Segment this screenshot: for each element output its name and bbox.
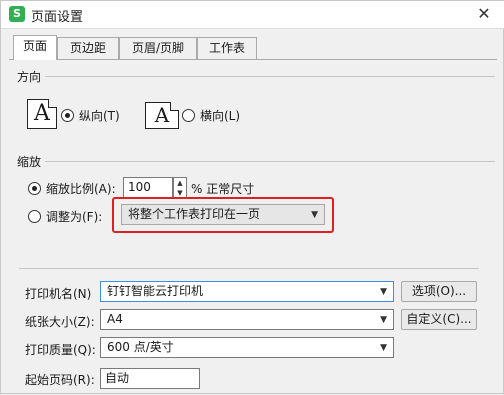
title-bar: S 页面设置 ✕ <box>1 1 504 29</box>
scaling-separator <box>19 161 495 162</box>
scale-suffix: % 正常尺寸 <box>191 182 255 196</box>
wps-spreadsheet-icon: S <box>9 6 25 22</box>
landscape-label[interactable]: 横向(L) <box>200 107 240 124</box>
scale-radio[interactable] <box>28 182 41 195</box>
fit-radio[interactable] <box>28 210 41 223</box>
chevron-down-icon: ▼ <box>380 343 387 353</box>
tab-sheet[interactable]: 工作表 <box>197 37 257 59</box>
printer-name-label: 打印机名(N) <box>25 287 92 301</box>
paper-size-select[interactable]: A4 ▼ <box>100 309 394 330</box>
portrait-label[interactable]: 纵向(T) <box>79 107 120 124</box>
chevron-down-icon: ▼ <box>380 287 387 297</box>
portrait-radio[interactable] <box>61 109 74 122</box>
paper-size-label: 纸张大小(Z): <box>25 315 95 329</box>
custom-size-button[interactable]: 自定义(C)... <box>401 309 477 330</box>
page-setup-dialog: S 页面设置 ✕ 页面 页边距 页眉/页脚 工作表 方向 A 纵向(T) A 横… <box>0 0 504 394</box>
start-page-input[interactable]: 自动 <box>100 368 200 389</box>
dialog-title: 页面设置 <box>31 10 84 25</box>
tab-page[interactable]: 页面 <box>13 35 57 60</box>
portrait-page-icon: A <box>27 99 57 129</box>
highlight-annotation <box>112 197 334 233</box>
tab-header-footer[interactable]: 页眉/页脚 <box>119 37 197 59</box>
start-page-label: 起始页码(R): <box>25 373 95 387</box>
options-button[interactable]: 选项(O)... <box>401 281 477 302</box>
print-quality-value: 600 点/英寸 <box>107 340 174 354</box>
paper-size-value: A4 <box>107 312 123 326</box>
tab-margins[interactable]: 页边距 <box>57 37 119 59</box>
scale-spinner[interactable]: ▲ ▼ <box>173 177 187 198</box>
spin-up-icon[interactable]: ▲ <box>174 178 186 188</box>
printer-select[interactable]: 钉钉智能云打印机 ▼ <box>100 281 394 302</box>
scale-label[interactable]: 缩放比例(A): <box>46 180 116 197</box>
printer-value: 钉钉智能云打印机 <box>107 284 204 298</box>
print-quality-select[interactable]: 600 点/英寸 ▼ <box>100 337 394 358</box>
landscape-page-icon: A <box>145 102 179 129</box>
scale-input[interactable]: 100 <box>123 177 173 198</box>
print-quality-label: 打印质量(Q): <box>25 343 96 357</box>
fit-label[interactable]: 调整为(F): <box>46 208 102 225</box>
close-icon[interactable]: ✕ <box>475 4 493 24</box>
scaling-group-title: 缩放 <box>17 153 46 170</box>
chevron-down-icon: ▼ <box>380 315 387 325</box>
orientation-separator <box>19 76 495 77</box>
orientation-group-title: 方向 <box>17 68 46 85</box>
landscape-radio[interactable] <box>182 109 195 122</box>
printer-separator <box>19 268 479 269</box>
